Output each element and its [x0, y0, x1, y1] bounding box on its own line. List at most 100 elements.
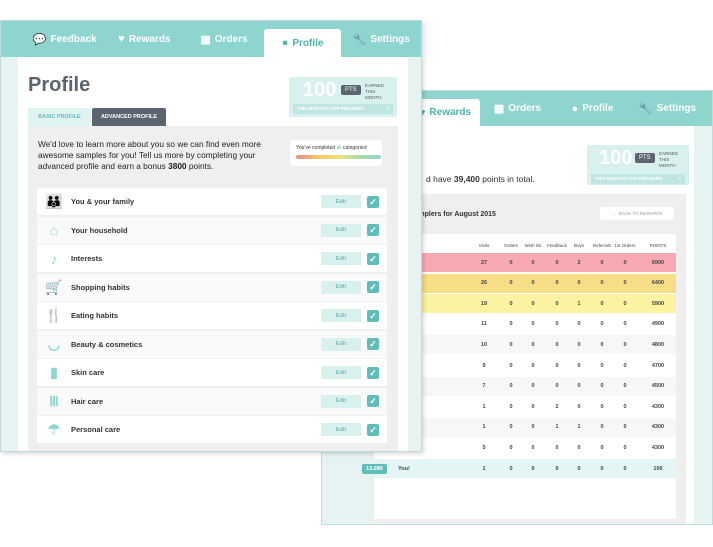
table-cell: 0	[600, 403, 604, 410]
table-cell: 0	[623, 341, 627, 348]
speech-bubble-icon: 💬	[32, 33, 47, 46]
table-cell: 4500	[651, 383, 665, 390]
rank-badge: 13,080	[362, 463, 387, 474]
table-cell: 0	[509, 362, 513, 369]
tab-rewards[interactable]: ♥ Rewards	[105, 21, 185, 57]
check-icon: ✓	[367, 366, 379, 379]
tab-feedback[interactable]: 💬 Feedback	[25, 21, 105, 57]
table-cell: 0	[600, 341, 604, 348]
table-cell: 1	[577, 300, 581, 307]
profile-window: 💬 Feedback ♥ Rewards ▦ Orders ● Profile 🔧 Setting…	[0, 20, 422, 452]
completion-progress-bar	[296, 155, 381, 159]
tab-profile[interactable]: ● Profile	[263, 29, 342, 57]
check-icon: ✓	[367, 395, 379, 407]
top-pinchers-dropdown[interactable]: THIS MONTH'S TOP PINCHERS ▾	[591, 174, 685, 184]
table-cell: 0	[555, 341, 559, 348]
family-icon: 👪	[45, 193, 63, 209]
table-cell: 0	[555, 362, 559, 369]
edit-button[interactable]: Edit	[321, 423, 361, 436]
category-label: Beauty & cosmetics	[71, 339, 143, 349]
table-cell: 0	[623, 424, 627, 431]
category-label: Personal care	[71, 425, 121, 434]
table-cell: 9	[482, 362, 486, 369]
table-cell: 4900	[651, 321, 665, 328]
tab-label: Orders	[214, 33, 248, 45]
points-value: 100	[599, 147, 633, 169]
check-icon: ✓	[367, 281, 379, 293]
edit-button[interactable]: Edit	[321, 195, 361, 208]
table-cell: 0	[509, 444, 513, 451]
page-title: Profile	[28, 74, 91, 96]
table-cell: 0	[531, 444, 535, 451]
rewards-panel: 100 PTS EARNED THIS MONTH THIS MONTH'S TOP…	[362, 126, 694, 524]
tab-profile[interactable]: ● Profile	[555, 91, 630, 126]
table-cell: 0	[600, 321, 604, 328]
table-cell: 5	[482, 444, 486, 451]
tab-label: Rewards	[429, 107, 472, 118]
table-cell: 0	[623, 383, 627, 390]
table-cell: 0	[555, 259, 559, 266]
category-eating-habits: 🍴 Eating habits Edit ✓	[37, 302, 387, 329]
table-row: 1 0 0 0 0 0 0 100 13,080 You!	[362, 459, 676, 478]
edit-button[interactable]: Edit	[321, 366, 361, 379]
table-cell: 0	[531, 383, 535, 390]
tab-label: Profile	[582, 103, 614, 114]
category-label: Interests	[71, 254, 103, 263]
earned-label: EARNED THIS MONTH	[365, 83, 384, 100]
tab-orders[interactable]: ▦ Orders	[184, 21, 264, 57]
table-cell: 0	[555, 383, 559, 390]
table-cell: 0	[509, 300, 513, 307]
edit-button[interactable]: Edit	[321, 280, 361, 294]
tab-settings[interactable]: 🔧 Settings	[341, 21, 421, 57]
table-cell: 0	[531, 259, 535, 266]
table-cell: 4800	[651, 341, 665, 348]
top-pinchers-dropdown[interactable]: THIS MONTH'S TOP PINCHERS ▾	[293, 104, 393, 114]
table-cell: 1	[482, 465, 486, 472]
check-icon: ✓	[367, 423, 379, 436]
edit-button[interactable]: Edit	[321, 337, 361, 351]
lotion-icon: ▮	[50, 364, 58, 380]
edit-button[interactable]: Edit	[321, 394, 361, 408]
tab-orders[interactable]: ▦ Orders	[480, 91, 555, 126]
check-icon: ✓	[367, 252, 379, 265]
category-your-household: ⌂ Your household Edit ✓	[37, 216, 387, 244]
tab-label: Settings	[656, 103, 697, 114]
category-label: You & your family	[71, 197, 135, 206]
table-cell: 0	[623, 280, 627, 287]
table-cell: 0	[623, 321, 627, 328]
table-cell: 100	[653, 465, 663, 472]
table-cell: 0	[509, 341, 513, 348]
table-cell: 0	[600, 465, 604, 472]
table-cell: 7	[482, 383, 486, 390]
table-cell: 6900	[651, 259, 665, 266]
column-header: Wish list	[524, 243, 542, 248]
tab-settings[interactable]: 🔧 Settings	[630, 91, 705, 126]
table-cell: 11	[481, 321, 487, 328]
table-cell: 0	[509, 259, 513, 266]
points-box: 100 PTS EARNED THIS MONTH THIS MONTH'S TOP…	[289, 77, 397, 117]
guitar-icon: ♪	[50, 250, 58, 267]
earned-label: EARNED THIS MONTH	[659, 151, 678, 168]
table-cell: 0	[555, 280, 559, 287]
column-header: 1st Orders	[614, 243, 636, 248]
table-cell: 0	[531, 300, 535, 307]
check-icon: ✓	[367, 195, 379, 208]
tab-advanced-profile[interactable]: ADVANCED PROFILE	[92, 108, 166, 126]
points-box: 100 PTS EARNED THIS MONTH THIS MONTH'S TOP…	[587, 145, 689, 185]
table-cell: 1	[482, 403, 486, 410]
table-cell: 0	[577, 444, 581, 451]
edit-button[interactable]: Edit	[321, 223, 361, 237]
table-cell: 4300	[651, 444, 665, 451]
fork-knife-icon: 🍴	[45, 307, 63, 323]
points-value: 100	[303, 79, 337, 101]
edit-button[interactable]: Edit	[321, 252, 361, 265]
check-icon: ✓	[367, 338, 379, 350]
tab-label: Settings	[370, 33, 410, 45]
category-label: Shopping habits	[71, 282, 130, 292]
category-label: Skin care	[71, 368, 105, 377]
pts-tag: PTS	[635, 153, 655, 163]
edit-button[interactable]: Edit	[321, 309, 361, 322]
back-to-rewards-button[interactable]: ← BACK TO REWARDS	[600, 207, 674, 220]
tab-basic-profile[interactable]: BASIC PROFILE	[28, 108, 91, 126]
table-cell: 1	[577, 424, 581, 431]
